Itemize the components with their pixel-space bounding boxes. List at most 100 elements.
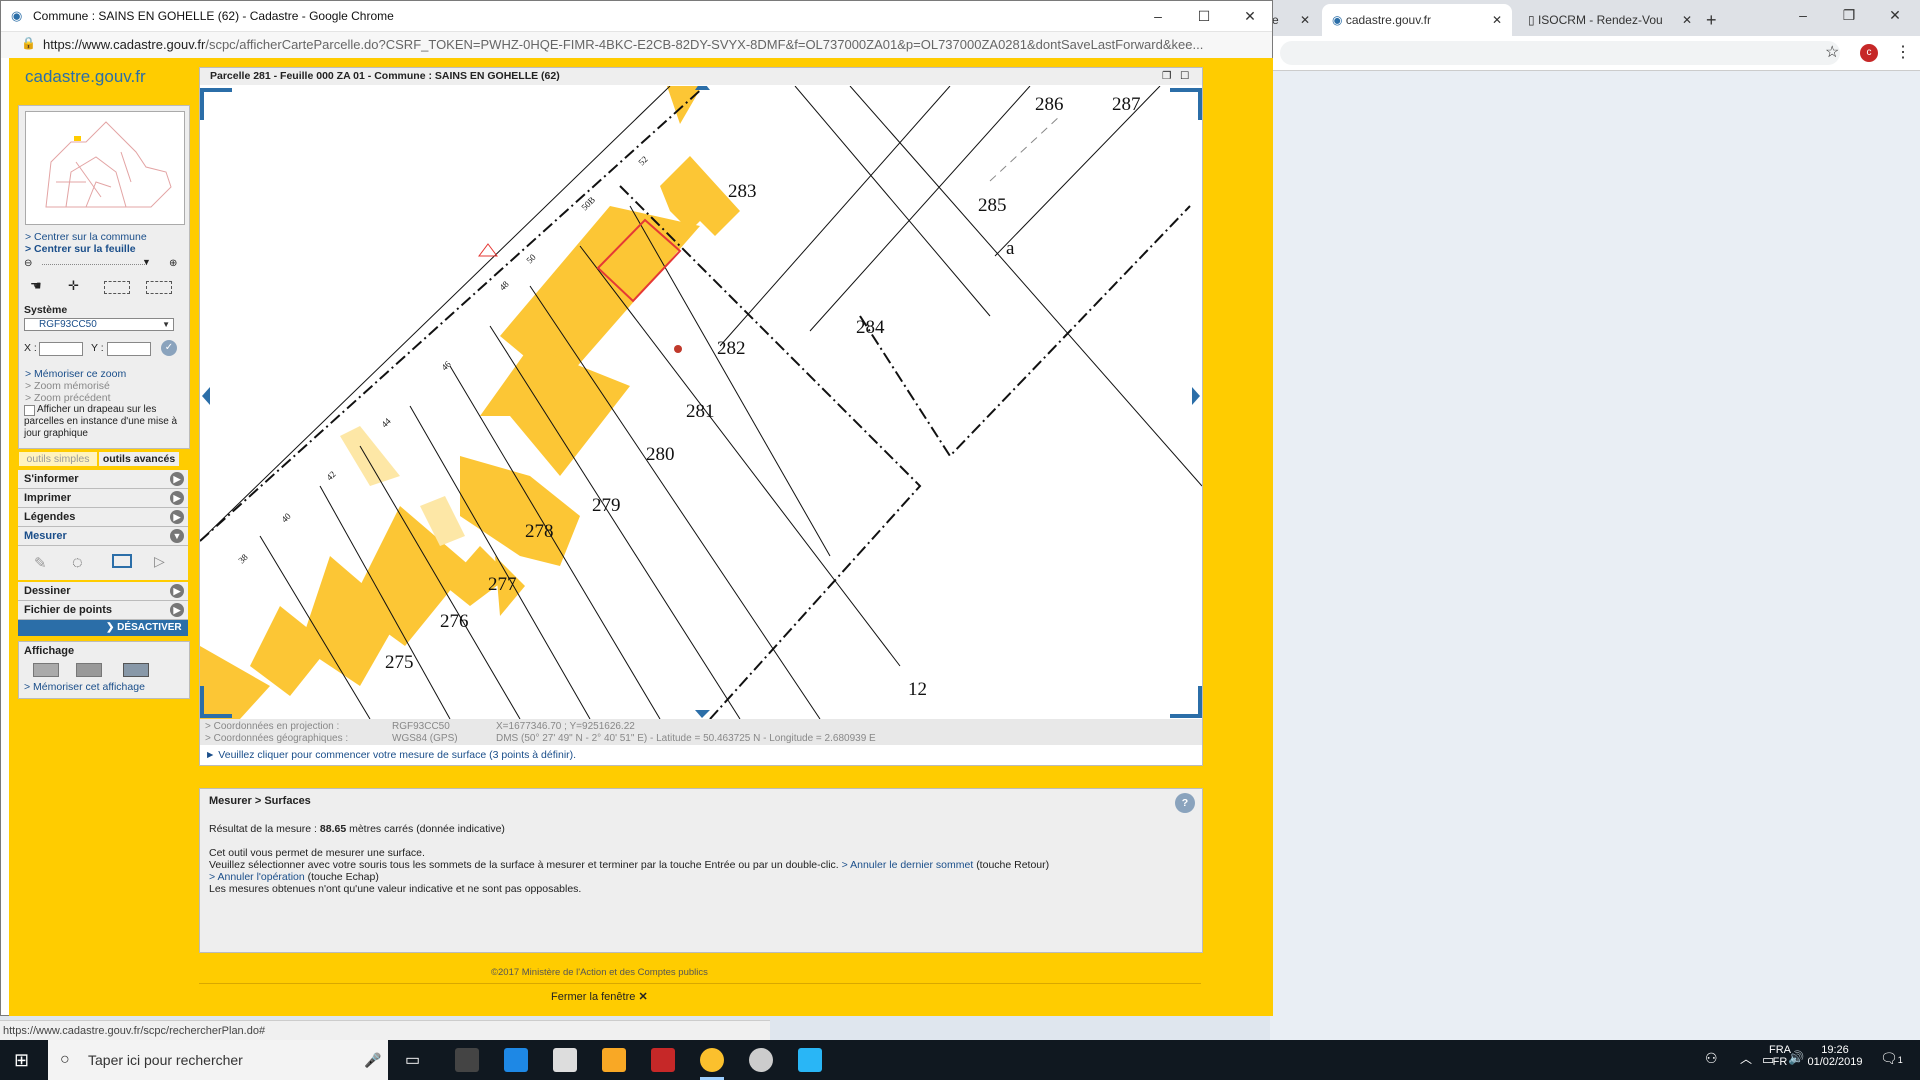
parcel-number: 12 <box>908 679 927 700</box>
system-select[interactable]: RGF93CC50 ▼ <box>24 318 174 331</box>
display-mode-1-icon[interactable] <box>33 663 59 677</box>
menu-legendes[interactable]: Légendes ▶ <box>18 508 188 527</box>
pan-down-icon[interactable] <box>695 710 710 718</box>
cancel-operation-link[interactable]: > Annuler l'opération <box>209 871 305 883</box>
building <box>480 346 630 476</box>
maximize-button[interactable]: ☐ <box>1181 1 1227 31</box>
menu-dessiner[interactable]: Dessiner ▶ <box>18 582 188 601</box>
tab-advanced-tools[interactable]: outils avancés <box>99 452 179 466</box>
center-commune-link[interactable]: > Centrer sur la commune <box>25 231 147 243</box>
maximize-map-icon[interactable]: ☐ <box>1180 68 1189 85</box>
new-tab-button[interactable]: + <box>1706 4 1726 36</box>
mcafee-icon[interactable] <box>651 1048 675 1072</box>
app-icon[interactable] <box>798 1048 822 1072</box>
minimize-button[interactable]: – <box>1780 0 1826 30</box>
tab-isocrm[interactable]: ▯ ISOCRM - Rendez-Vou ✕ <box>1520 4 1698 36</box>
address-bar[interactable]: 🔒 https://www.cadastre.gouv.fr/scpc/affi… <box>1 31 1272 58</box>
street-number: 40 <box>279 511 293 525</box>
tray-chevron-icon[interactable]: ︿ <box>1740 1050 1752 1067</box>
close-icon[interactable]: ✕ <box>1682 4 1692 36</box>
menu-informer[interactable]: S'informer ▶ <box>18 470 188 489</box>
store-icon[interactable] <box>455 1048 479 1072</box>
pan-left-icon[interactable] <box>202 387 210 405</box>
site-logo[interactable]: cadastre.gouv.fr <box>25 67 146 87</box>
language-indicator[interactable]: FRA FR <box>1765 1044 1795 1068</box>
menu-fichier-points[interactable]: Fichier de points ▶ <box>18 601 188 620</box>
clock[interactable]: 19:26 01/02/2019 <box>1800 1044 1870 1068</box>
x-coordinate-input[interactable] <box>39 342 83 356</box>
restore-button[interactable]: ❐ <box>1826 0 1872 30</box>
zoom-slider[interactable]: ⊖ ▼ ⊕ <box>24 257 184 272</box>
restore-map-icon[interactable]: ❐ <box>1162 68 1171 85</box>
taskbar-search[interactable]: ○ Taper ici pour rechercher 🎤 <box>48 1040 388 1080</box>
menu-mesurer[interactable]: Mesurer ▼ <box>18 527 188 546</box>
windows-start-icon[interactable]: ⊞ <box>14 1050 29 1071</box>
parcel-number: 283 <box>728 181 757 202</box>
display-mode-2-icon[interactable] <box>76 663 102 677</box>
menu-icon[interactable]: ⋮ <box>1895 42 1911 62</box>
help-icon[interactable]: ? <box>1175 793 1195 813</box>
background-tab-partial[interactable]: e <box>1272 4 1292 36</box>
file-explorer-icon[interactable] <box>602 1048 626 1072</box>
circle-measure-icon[interactable]: ◌ <box>72 552 83 573</box>
center-target-icon[interactable]: ✛ <box>68 278 79 294</box>
angle-measure-icon[interactable]: ▷ <box>154 553 165 570</box>
background-toolbar: ☆ c ⋮ <box>1270 36 1920 71</box>
pan-right-icon[interactable] <box>1192 387 1200 405</box>
geographic-label: > Coordonnées géographiques : <box>205 733 349 744</box>
chrome-icon[interactable] <box>700 1048 724 1072</box>
zoom-extent-icon[interactable] <box>146 281 172 294</box>
slider-handle[interactable]: ▼ <box>142 257 151 267</box>
y-coordinate-input[interactable] <box>107 342 151 356</box>
search-placeholder: Taper ici pour rechercher <box>88 1052 243 1068</box>
minimize-button[interactable]: – <box>1135 1 1181 31</box>
notifications-icon[interactable]: 🗨1 <box>1880 1050 1903 1067</box>
overview-map[interactable] <box>25 111 185 225</box>
page-icon: ▯ <box>1528 13 1535 27</box>
microphone-icon[interactable]: 🎤 <box>364 1040 381 1080</box>
surface-measure-icon[interactable] <box>112 554 132 568</box>
globe-icon: ◉ <box>11 8 23 23</box>
memorize-zoom-link[interactable]: > Mémoriser ce zoom <box>25 368 126 380</box>
hand-pan-icon[interactable]: ☚ <box>30 278 42 294</box>
measure-point <box>674 345 682 353</box>
globe-icon: ◉ <box>1332 13 1343 27</box>
center-feuille-link[interactable]: > Centrer sur la feuille <box>25 243 136 255</box>
zoom-out-icon[interactable]: ⊖ <box>24 258 32 269</box>
task-view-icon[interactable]: ▭ <box>405 1050 420 1070</box>
close-window-link[interactable]: Fermer la fenêtre ✕ <box>551 990 648 1003</box>
close-icon[interactable]: ✕ <box>1492 4 1502 36</box>
display-mode-3-icon[interactable] <box>123 663 149 677</box>
check-icon[interactable]: ✓ <box>161 340 177 356</box>
zoom-in-icon[interactable]: ⊕ <box>169 258 177 269</box>
edge-icon[interactable] <box>504 1048 528 1072</box>
ruler-icon[interactable]: ✎ <box>34 554 47 572</box>
annex-building <box>340 426 400 486</box>
mail-icon[interactable] <box>553 1048 577 1072</box>
warning-triangle-icon <box>478 243 498 257</box>
people-icon[interactable]: ⚇ <box>1705 1050 1718 1067</box>
memorize-display-link[interactable]: > Mémoriser cet affichage <box>24 681 145 693</box>
parcel-number: 277 <box>488 574 517 595</box>
tab-cadastre[interactable]: ◉ cadastre.gouv.fr ✕ <box>1322 4 1512 36</box>
menu-imprimer[interactable]: Imprimer ▶ <box>18 489 188 508</box>
deactivate-button[interactable]: ❯ DÉSACTIVER <box>18 620 188 636</box>
tab-simple-tools[interactable]: outils simples <box>19 452 97 466</box>
background-omnibox[interactable] <box>1280 41 1840 65</box>
star-icon[interactable]: ☆ <box>1825 42 1839 62</box>
undo-last-vertex-link[interactable]: > Annuler le dernier sommet <box>842 859 974 871</box>
close-window-button[interactable]: ✕ <box>1872 0 1918 30</box>
zoom-box-icon[interactable] <box>104 281 130 294</box>
chevron-right-icon: ▶ <box>170 603 184 617</box>
close-window-button[interactable]: ✕ <box>1227 1 1273 31</box>
close-icon[interactable]: ✕ <box>1300 4 1314 36</box>
footer-copyright: ©2017 Ministère de l'Action et des Compt… <box>491 967 708 978</box>
parcel-number: 275 <box>385 652 414 673</box>
display-panel: Affichage > Mémoriser cet affichage <box>18 641 190 699</box>
cadastral-map[interactable]: 286 287 283 285 a 284 282 281 280 279 27… <box>200 86 1202 719</box>
settings-icon[interactable] <box>749 1048 773 1072</box>
result-unit: mètres carrés (donnée indicative) <box>349 823 505 835</box>
url-text[interactable]: https://www.cadastre.gouv.fr/scpc/affich… <box>43 37 1263 52</box>
chevron-right-icon: ▶ <box>170 510 184 524</box>
avatar[interactable]: c <box>1860 44 1878 62</box>
